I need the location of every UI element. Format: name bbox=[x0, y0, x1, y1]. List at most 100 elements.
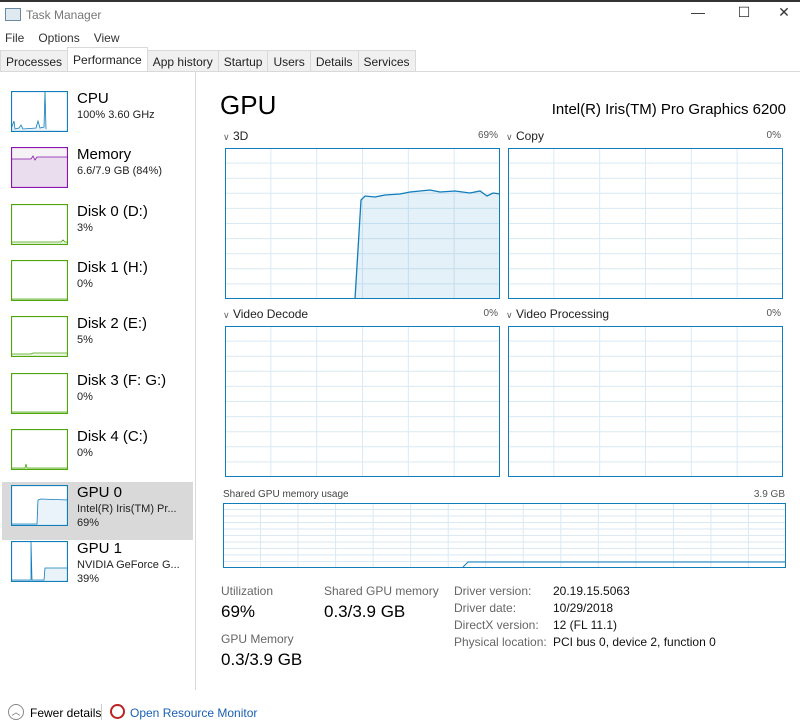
sidebar-item-usage: 69% bbox=[77, 517, 100, 530]
engine-graph-video-processing bbox=[508, 326, 783, 477]
info-label: DirectX version: bbox=[454, 618, 539, 632]
menu-file[interactable]: File bbox=[5, 31, 24, 45]
chevron-down-icon[interactable]: ∨ bbox=[506, 310, 513, 320]
engine-graph-3d bbox=[225, 148, 500, 299]
tab-services[interactable]: Services bbox=[357, 50, 416, 71]
task-manager-icon bbox=[5, 8, 21, 21]
sidebar-item-disk-3-f-g[interactable]: Disk 3 (F: G:) 0% bbox=[2, 370, 193, 428]
sidebar-item-disk-1-h[interactable]: Disk 1 (H:) 0% bbox=[2, 257, 193, 315]
sidebar-item-name: Disk 0 (D:) bbox=[77, 202, 148, 220]
tab-users[interactable]: Users bbox=[267, 50, 311, 71]
engine-label: 3D bbox=[232, 129, 249, 143]
menu-view[interactable]: View bbox=[94, 31, 120, 45]
engine-label: Video Processing bbox=[515, 307, 610, 321]
gpu-device-name: Intel(R) Iris(TM) Pro Graphics 6200 bbox=[551, 101, 786, 118]
open-resource-monitor-link[interactable]: Open Resource Monitor bbox=[130, 706, 257, 720]
tab-processes[interactable]: Processes bbox=[0, 50, 69, 71]
info-label: Physical location: bbox=[454, 635, 547, 649]
sidebar-item-name: Disk 1 (H:) bbox=[77, 258, 148, 276]
sidebar-item-gpu-1[interactable]: GPU 1 NVIDIA GeForce G... 39% bbox=[2, 538, 193, 596]
sidebar-item-detail: Intel(R) Iris(TM) Pr... bbox=[77, 503, 177, 516]
shared-memory-label: Shared GPU memory usage bbox=[223, 489, 349, 500]
page-title: GPU bbox=[220, 90, 277, 120]
engine-header: ∨ Video Processing bbox=[506, 307, 609, 321]
engine-percent: 0% bbox=[483, 308, 498, 319]
chevron-down-icon[interactable]: ∨ bbox=[506, 132, 513, 142]
sidebar-item-name: GPU 0 bbox=[77, 484, 123, 502]
sidebar-item-detail: 0% bbox=[77, 390, 93, 403]
info-value: 20.19.15.5063 bbox=[553, 584, 630, 598]
sidebar-item-detail: NVIDIA GeForce G... bbox=[77, 559, 180, 572]
sidebar-item-disk-0-d[interactable]: Disk 0 (D:) 3% bbox=[2, 201, 193, 259]
engine-header: ∨ 3D bbox=[223, 129, 248, 143]
sidebar-thumbnail-graph bbox=[11, 259, 68, 301]
sidebar: CPU 100% 3.60 GHz Memory 6.6/7.9 GB (84%… bbox=[0, 72, 196, 690]
tab-app-history[interactable]: App history bbox=[146, 50, 219, 71]
sidebar-item-detail: 100% 3.60 GHz bbox=[77, 109, 155, 121]
gpu-memory-value: 0.3/3.9 GB bbox=[221, 650, 303, 669]
sidebar-thumbnail-graph bbox=[11, 485, 68, 527]
sidebar-item-memory[interactable]: Memory 6.6/7.9 GB (84%) bbox=[2, 144, 193, 202]
minimize-button[interactable]: — bbox=[683, 4, 713, 24]
sidebar-item-detail: 6.6/7.9 GB (84%) bbox=[77, 165, 162, 178]
engine-usage-area bbox=[355, 190, 500, 299]
info-value: PCI bus 0, device 2, function 0 bbox=[553, 635, 716, 649]
shared-memory-graph bbox=[223, 503, 786, 568]
engine-percent: 69% bbox=[477, 130, 498, 141]
engine-graph-copy bbox=[508, 148, 783, 299]
sidebar-item-disk-4-c[interactable]: Disk 4 (C:) 0% bbox=[2, 426, 193, 484]
sidebar-item-name: Memory bbox=[77, 146, 132, 164]
sidebar-item-usage: 39% bbox=[77, 573, 100, 586]
sidebar-thumbnail-graph bbox=[11, 541, 68, 583]
menu-options[interactable]: Options bbox=[38, 31, 79, 45]
utilization-label: Utilization bbox=[221, 584, 274, 598]
sidebar-item-name: Disk 4 (C:) bbox=[77, 427, 148, 445]
engine-header: ∨ Video Decode bbox=[223, 307, 308, 321]
sidebar-item-name: Disk 3 (F: G:) bbox=[77, 371, 167, 389]
utilization-value: 69% bbox=[221, 602, 256, 621]
engine-label: Video Decode bbox=[232, 307, 309, 321]
tab-performance[interactable]: Performance bbox=[67, 47, 148, 69]
sidebar-item-cpu[interactable]: CPU 100% 3.60 GHz bbox=[2, 88, 193, 146]
shared-memory-line bbox=[462, 561, 786, 568]
engine-percent: 0% bbox=[766, 308, 781, 319]
menu-bar: File Options View bbox=[5, 31, 120, 45]
tab-bar: Processes Performance App history Startup Us… bbox=[0, 47, 800, 72]
sidebar-item-detail: 5% bbox=[77, 334, 93, 347]
engine-label: Copy bbox=[515, 129, 544, 143]
sidebar-thumbnail-graph bbox=[11, 316, 68, 358]
chevron-down-icon[interactable]: ∨ bbox=[223, 132, 230, 142]
sidebar-item-gpu-0[interactable]: GPU 0 Intel(R) Iris(TM) Pr... 69% bbox=[2, 482, 193, 541]
sidebar-thumbnail-graph bbox=[11, 203, 68, 245]
chevron-up-icon[interactable]: ︿ bbox=[8, 704, 24, 720]
engine-header: ∨ Copy bbox=[506, 129, 544, 143]
sidebar-item-detail: 0% bbox=[77, 446, 93, 459]
engine-percent: 0% bbox=[766, 130, 781, 141]
window-top-border bbox=[0, 0, 800, 2]
tab-startup[interactable]: Startup bbox=[217, 50, 269, 71]
sidebar-item-name: GPU 1 bbox=[77, 540, 123, 558]
resource-monitor-icon bbox=[110, 704, 125, 719]
chevron-down-icon[interactable]: ∨ bbox=[223, 310, 230, 320]
sidebar-item-detail: 3% bbox=[77, 221, 93, 234]
engine-graph-video-decode bbox=[225, 326, 500, 477]
info-value: 10/29/2018 bbox=[553, 601, 614, 615]
sidebar-thumbnail-graph bbox=[11, 91, 68, 132]
info-label: Driver date: bbox=[454, 601, 517, 615]
sidebar-thumbnail-graph bbox=[11, 147, 68, 189]
sidebar-item-disk-2-e[interactable]: Disk 2 (E:) 5% bbox=[2, 313, 193, 371]
sidebar-item-name: Disk 2 (E:) bbox=[77, 315, 148, 333]
info-value: 12 (FL 11.1) bbox=[553, 618, 618, 632]
fewer-details-button[interactable]: Fewer details bbox=[30, 706, 101, 720]
shared-memory-stat-label: Shared GPU memory bbox=[324, 584, 439, 598]
maximize-button[interactable]: ☐ bbox=[729, 4, 759, 24]
gpu-memory-label: GPU Memory bbox=[221, 632, 294, 646]
shared-memory-max: 3.9 GB bbox=[753, 489, 785, 500]
sidebar-item-detail: 0% bbox=[77, 277, 93, 290]
sidebar-thumbnail-graph bbox=[11, 428, 68, 470]
sidebar-item-name: CPU bbox=[77, 90, 109, 107]
shared-memory-stat-value: 0.3/3.9 GB bbox=[324, 602, 406, 621]
close-button[interactable]: ✕ bbox=[769, 4, 799, 24]
sidebar-thumbnail-graph bbox=[11, 372, 68, 414]
tab-details[interactable]: Details bbox=[309, 50, 359, 71]
